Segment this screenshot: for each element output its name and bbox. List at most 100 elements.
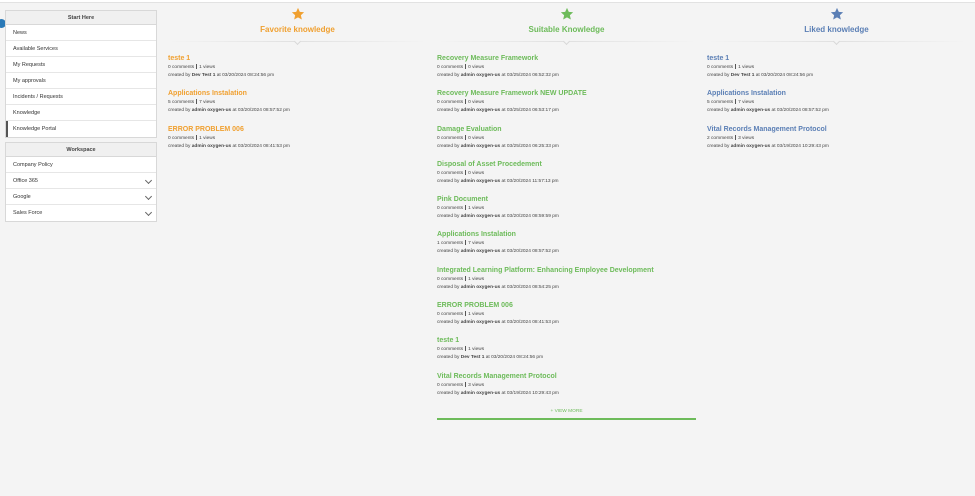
article-created: created by Dev Test 1 at 03/20/2024 08:2…: [437, 354, 696, 362]
article-author: admin oxygen-us: [460, 73, 501, 78]
article-date: at 03/19/2024 10:29:43 pm: [501, 390, 559, 396]
article-author: admin oxygen-us: [730, 143, 771, 149]
article-title[interactable]: ERROR PROBLEM 006: [437, 301, 696, 311]
article-stats: 0 comments 0 views: [437, 64, 696, 72]
article-created: created by admin oxygen-us at 03/19/2024…: [707, 143, 966, 151]
sidebar-item-incidents-requests[interactable]: Incidents / Requests: [6, 89, 156, 105]
star-icon: [560, 7, 573, 20]
view-more-underline: [437, 418, 696, 420]
divider-notch: [293, 37, 302, 46]
article-title[interactable]: Recovery Measure Framework NEW UPDATE: [437, 89, 696, 99]
article-created: created by admin oxygen-us at 03/20/2024…: [168, 143, 427, 151]
article-author: admin oxygen-us: [460, 108, 501, 114]
article-title[interactable]: Integrated Learning Platform: Enhancing …: [437, 266, 696, 276]
view-count: 0 views: [468, 135, 485, 141]
created-prefix: created by: [437, 390, 460, 396]
start-here-panel: Start Here News Available Services My Re…: [5, 10, 157, 138]
top-bar: [0, 0, 975, 3]
created-prefix: created by: [707, 108, 730, 114]
sidebar-item-google[interactable]: Google: [6, 189, 156, 205]
article-date: at 03/20/2024 08:41:53 pm: [501, 320, 559, 326]
separator: [465, 240, 467, 246]
article-title[interactable]: teste 1: [168, 54, 427, 64]
comment-count: 0 comments: [437, 347, 464, 353]
separator: [465, 311, 467, 317]
separator: [465, 205, 467, 211]
liked-knowledge-column: Liked knowledge teste 10 comments 1 views…: [707, 7, 966, 160]
sidebar-item-news[interactable]: News: [6, 25, 156, 41]
sidebar-item-knowledge-portal[interactable]: Knowledge Portal: [6, 121, 156, 137]
article-date: at 03/20/2024 08:24:56 pm: [216, 73, 275, 78]
article-item: Pink Document 0 comments 1 views created by…: [437, 195, 696, 230]
sidebar-item-label: Google: [13, 194, 31, 200]
comment-count: 5 comments: [168, 100, 195, 106]
liked-list: teste 10 comments 1 views created by Dev T…: [707, 54, 966, 160]
view-count: 1 views: [468, 347, 485, 353]
star-icon: [830, 7, 843, 20]
article-created: created by admin oxygen-us at 03/25/2024…: [437, 107, 696, 115]
sidebar-item-sales-force[interactable]: Sales Force: [6, 205, 156, 221]
created-prefix: created by: [437, 249, 460, 255]
comment-count: 0 comments: [707, 65, 734, 70]
sidebar-item-knowledge[interactable]: Knowledge: [6, 105, 156, 121]
article-date: at 03/20/2024 08:41:53 pm: [232, 143, 290, 149]
liked-knowledge-header: Liked knowledge: [707, 7, 966, 46]
chevron-down-icon[interactable]: [144, 192, 153, 201]
suitable-knowledge-header: Suitable Knowledge: [437, 7, 696, 46]
article-created: created by Dev Test 1 at 03/20/2024 08:2…: [168, 72, 427, 80]
article-author: admin oxygen-us: [460, 143, 501, 149]
article-date: at 03/20/2024 08:57:52 pm: [232, 108, 290, 114]
separator: [465, 275, 467, 281]
article-date: at 03/20/2024 08:54:25 pm: [501, 284, 559, 290]
article-author: admin oxygen-us: [460, 249, 501, 255]
article-author: Dev Test 1: [191, 73, 216, 78]
chevron-down-icon[interactable]: [144, 176, 153, 185]
article-title[interactable]: teste 1: [437, 336, 696, 346]
divider-notch: [562, 37, 571, 46]
chevron-down-icon[interactable]: [144, 208, 153, 217]
divider-notch: [832, 37, 841, 46]
article-date: at 03/20/2024 08:57:52 pm: [501, 249, 559, 255]
separator: [735, 134, 737, 140]
article-date: at 03/20/2024 11:57:13 pm: [501, 178, 559, 184]
article-title[interactable]: Applications Instalation: [437, 230, 696, 240]
separator: [196, 134, 198, 140]
sidebar-item-available-services[interactable]: Available Services: [6, 41, 156, 57]
sidebar-item-my-approvals[interactable]: My approvals: [6, 73, 156, 89]
comment-count: 0 comments: [437, 170, 464, 176]
article-item: teste 10 comments 1 views created by Dev T…: [437, 336, 696, 371]
separator: [196, 99, 198, 105]
article-title[interactable]: Vital Records Management Protocol: [707, 125, 966, 135]
article-title[interactable]: Disposal of Asset Procedement: [437, 160, 696, 170]
article-created: created by admin oxygen-us at 03/25/2024…: [437, 72, 696, 80]
comment-count: 0 comments: [437, 312, 464, 318]
created-prefix: created by: [437, 320, 460, 326]
article-created: created by admin oxygen-us at 03/20/2024…: [437, 284, 696, 292]
article-stats: 2 comments 3 views: [707, 134, 966, 143]
article-title[interactable]: teste 1: [707, 54, 966, 64]
article-title[interactable]: Applications Instalation: [168, 89, 427, 99]
created-prefix: created by: [437, 178, 460, 184]
article-title[interactable]: Recovery Measure Framework: [437, 54, 696, 64]
separator: [465, 64, 467, 69]
view-count: 1 views: [738, 65, 755, 70]
sidebar-item-my-requests[interactable]: My Requests: [6, 57, 156, 73]
view-count: 1 views: [468, 206, 485, 212]
separator: [465, 99, 467, 105]
article-date: at 03/25/2024 06:25:33 pm: [501, 143, 559, 149]
article-title[interactable]: Damage Evaluation: [437, 125, 696, 135]
article-title[interactable]: Pink Document: [437, 195, 696, 205]
article-title[interactable]: Vital Records Management Protocol: [437, 372, 696, 382]
article-stats: 0 comments 1 views: [168, 64, 427, 72]
created-prefix: created by: [437, 108, 460, 114]
article-title[interactable]: ERROR PROBLEM 006: [168, 125, 427, 135]
sidebar-item-office-365[interactable]: Office 365: [6, 173, 156, 189]
comment-count: 0 comments: [437, 100, 464, 106]
view-count: 0 views: [468, 65, 485, 70]
view-more-button[interactable]: + VIEW MORE: [437, 409, 696, 414]
column-title: Liked knowledge: [804, 25, 869, 34]
article-title[interactable]: Applications Instalation: [707, 89, 966, 99]
sidebar-item-company-policy[interactable]: Company Policy: [6, 157, 156, 173]
view-count: 7 views: [468, 241, 485, 247]
article-date: at 03/20/2024 08:59:59 pm: [501, 214, 559, 220]
